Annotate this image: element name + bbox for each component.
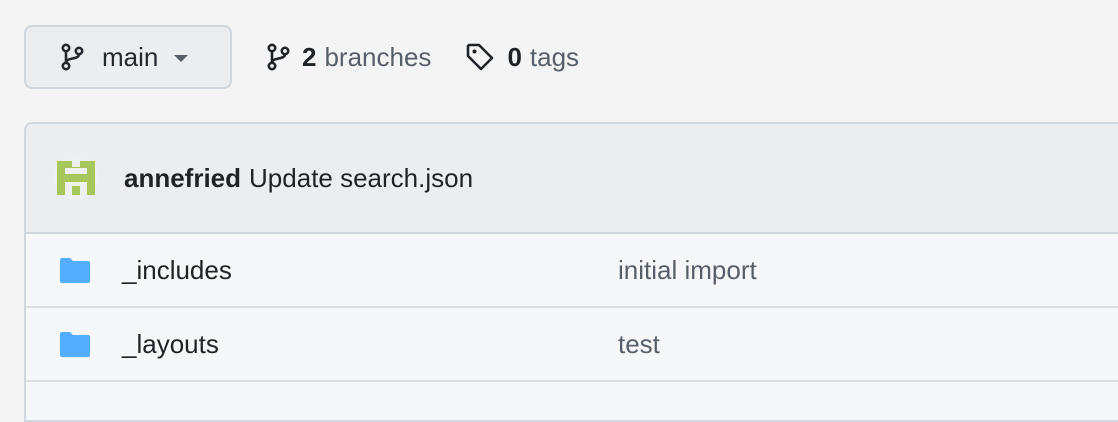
branch-count: 2	[302, 41, 317, 72]
commit-author-link[interactable]: annefried	[124, 163, 241, 194]
latest-commit-row: annefried Update search.json	[26, 124, 1118, 234]
file-row[interactable]: _includes initial import	[26, 234, 1118, 308]
folder-icon	[58, 256, 92, 284]
branches-link[interactable]: 2 branches	[266, 42, 431, 73]
branches-label: branches	[324, 41, 432, 72]
file-row[interactable]: _layouts test	[26, 308, 1118, 382]
identicon-icon	[57, 161, 95, 195]
tag-count: 0	[507, 41, 522, 72]
file-commit-message-link[interactable]: initial import	[618, 255, 757, 286]
git-branch-icon	[266, 43, 290, 71]
file-name-link[interactable]: _layouts	[122, 329, 219, 360]
commit-message-link[interactable]: Update search.json	[249, 163, 473, 194]
chevron-down-icon	[174, 55, 189, 62]
tags-link[interactable]: 0 tags	[465, 42, 579, 73]
branch-selector-button[interactable]: main	[24, 25, 232, 89]
tags-label: tags	[529, 41, 580, 72]
file-name-link[interactable]: _includes	[122, 255, 232, 286]
file-commit-message-link[interactable]: test	[618, 329, 660, 360]
repo-toolbar: main 2 branches 0 tags	[24, 25, 579, 89]
branch-name: main	[102, 41, 159, 72]
avatar[interactable]	[54, 156, 98, 200]
folder-icon	[58, 330, 92, 358]
file-browser-panel: annefried Update search.json _includes i…	[24, 122, 1118, 422]
tag-icon	[465, 42, 495, 72]
git-branch-icon	[60, 43, 84, 71]
